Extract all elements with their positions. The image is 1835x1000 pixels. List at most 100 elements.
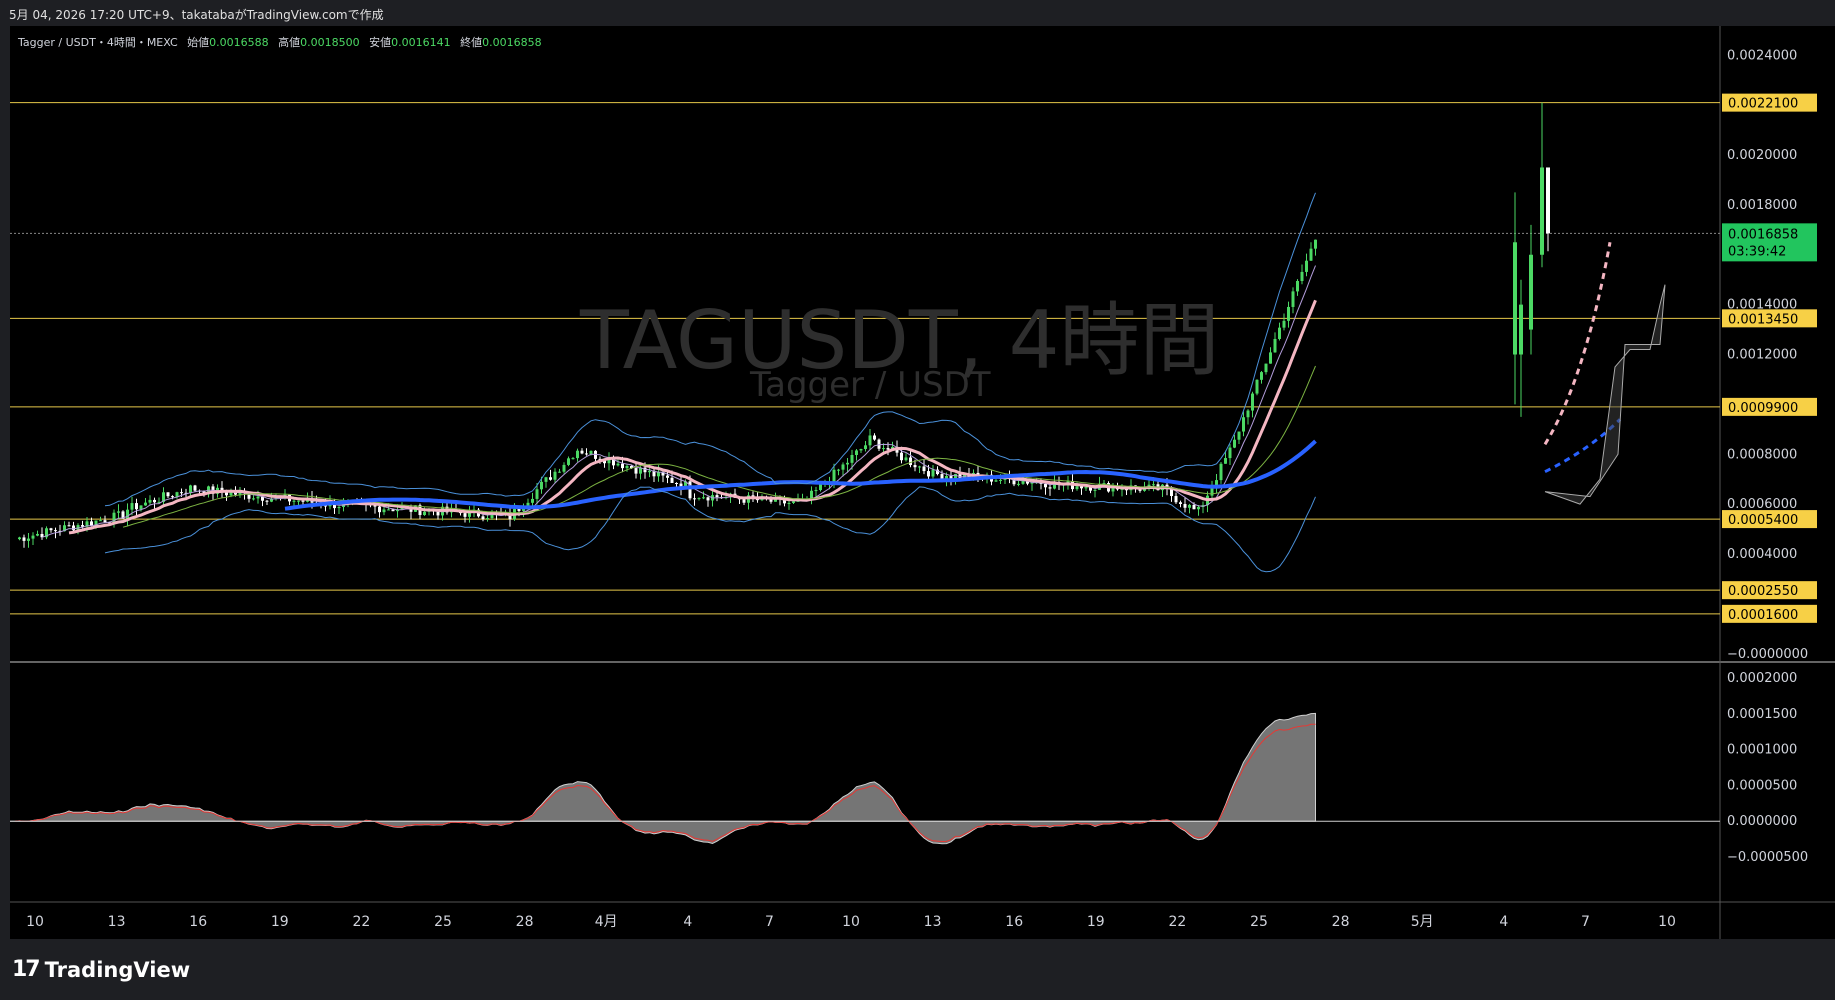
candle-body bbox=[1021, 480, 1025, 484]
candle-body bbox=[126, 509, 129, 519]
candle-body bbox=[918, 466, 921, 468]
level-tag-label: 0.0002550 bbox=[1728, 584, 1798, 599]
time-tick-label: 10 bbox=[1658, 914, 1676, 930]
candle-body bbox=[949, 476, 953, 479]
time-tick-label: 4月 bbox=[595, 914, 618, 930]
price-tick-label: 0.0024000 bbox=[1727, 48, 1797, 63]
candle-body bbox=[841, 464, 845, 470]
watermark-subtitle: Tagger / USDT bbox=[750, 365, 991, 405]
candle-body bbox=[1152, 484, 1155, 486]
candle-body bbox=[1228, 447, 1232, 459]
candle-body bbox=[1278, 327, 1281, 339]
candle-body bbox=[1305, 260, 1308, 272]
candle-body bbox=[49, 528, 53, 531]
indicator-tick-label: −0.0000500 bbox=[1727, 850, 1808, 865]
candle-body bbox=[1246, 410, 1250, 418]
candle-body bbox=[1300, 271, 1304, 282]
chart-area[interactable]: 0.0024000 0.0020000 0.0018000 0.0014000 0.00… bbox=[10, 26, 1835, 939]
pink-projection-line bbox=[1543, 242, 1612, 446]
time-tick-label: 25 bbox=[1250, 914, 1268, 930]
level-tag-label: 0.0013450 bbox=[1728, 312, 1798, 327]
candle-body bbox=[166, 492, 170, 497]
candle-body bbox=[1192, 504, 1196, 510]
candle-body bbox=[1233, 439, 1236, 448]
candle-body bbox=[882, 448, 885, 450]
candle-body bbox=[1219, 463, 1223, 481]
price-tick-label: 0.0020000 bbox=[1727, 148, 1797, 163]
candle-body bbox=[675, 482, 678, 484]
candle-body bbox=[567, 458, 570, 465]
level-tag-label: 0.0005400 bbox=[1728, 513, 1798, 528]
candle-body bbox=[562, 464, 566, 472]
tradingview-brand[interactable]: 17 TradingView bbox=[12, 957, 190, 982]
time-tick-label: 16 bbox=[189, 914, 207, 930]
open-value: 0.0016588 bbox=[209, 36, 269, 49]
level-tag-label: 0.0022100 bbox=[1728, 97, 1798, 112]
time-tick-label: 28 bbox=[516, 914, 534, 930]
candle-body bbox=[553, 471, 557, 480]
candle-body bbox=[693, 498, 696, 500]
candle-body bbox=[180, 492, 183, 494]
close-label: 終値 bbox=[460, 36, 483, 49]
candle-body bbox=[666, 475, 669, 478]
candle-body bbox=[558, 471, 561, 473]
candle-body bbox=[1273, 338, 1277, 353]
candle-body bbox=[1287, 306, 1290, 321]
time-tick-label: 22 bbox=[352, 914, 370, 930]
candle-body bbox=[36, 533, 39, 536]
candle-body bbox=[904, 457, 908, 461]
candle-body bbox=[18, 537, 21, 540]
candle-body bbox=[436, 511, 440, 516]
time-tick-label: 5月 bbox=[1411, 914, 1434, 930]
candle-body bbox=[1269, 352, 1272, 364]
candle-body bbox=[873, 435, 876, 440]
candle-body bbox=[702, 497, 705, 499]
time-tick-label: 19 bbox=[1087, 914, 1105, 930]
candle-body bbox=[99, 520, 102, 522]
time-tick-label: 10 bbox=[26, 914, 44, 930]
chart-canvas[interactable]: 0.00240000.00200000.00180000.00140000.00… bbox=[10, 26, 1835, 939]
footer-bar bbox=[0, 939, 1835, 1000]
candle-body bbox=[931, 469, 935, 477]
time-tick-label: 7 bbox=[1581, 914, 1590, 930]
price-tick-label: 0.0008000 bbox=[1727, 447, 1797, 462]
snapshot-info: 5月 04, 2026 17:20 UTC+9、takatabaがTrading… bbox=[9, 8, 384, 22]
time-tick-label: 4 bbox=[683, 914, 692, 930]
candle-body bbox=[171, 496, 174, 498]
candle-body bbox=[585, 453, 588, 455]
candle-body bbox=[387, 509, 390, 511]
candle-body bbox=[846, 462, 849, 465]
candle-body bbox=[625, 465, 629, 469]
candle-body bbox=[225, 492, 228, 496]
candle-body bbox=[580, 450, 584, 454]
low-label: 安値 bbox=[369, 36, 392, 49]
candle-body bbox=[544, 477, 548, 482]
candle-body bbox=[1309, 248, 1313, 261]
candle-body bbox=[139, 505, 143, 510]
candle-body bbox=[1174, 496, 1178, 503]
spike-candle-body bbox=[1546, 167, 1550, 234]
candle-body bbox=[1264, 363, 1268, 373]
candle-body bbox=[706, 497, 710, 501]
spike-candle-body bbox=[1513, 242, 1517, 355]
level-tag-label: 0.0001600 bbox=[1728, 608, 1798, 623]
candle-body bbox=[252, 498, 255, 500]
bollinger-lower-line bbox=[104, 486, 1316, 573]
candle-body bbox=[72, 525, 75, 531]
candle-body bbox=[486, 518, 489, 520]
spike-candle-body bbox=[1540, 167, 1544, 255]
spike-candle-body bbox=[1519, 304, 1523, 355]
high-label: 高値 bbox=[278, 36, 301, 49]
candle-body bbox=[117, 511, 120, 513]
candle-body bbox=[256, 496, 260, 499]
candle-body bbox=[1080, 486, 1083, 489]
candle-body bbox=[643, 467, 647, 473]
indicator-histogram-area bbox=[10, 712, 1316, 845]
candle-body bbox=[1282, 320, 1286, 328]
candle-body bbox=[832, 469, 836, 483]
candle-body bbox=[481, 516, 485, 520]
candle-body bbox=[292, 500, 296, 502]
candle-body bbox=[382, 509, 386, 513]
indicator-tick-label: 0.0001500 bbox=[1727, 707, 1797, 722]
open-label: 始値 bbox=[187, 36, 210, 49]
